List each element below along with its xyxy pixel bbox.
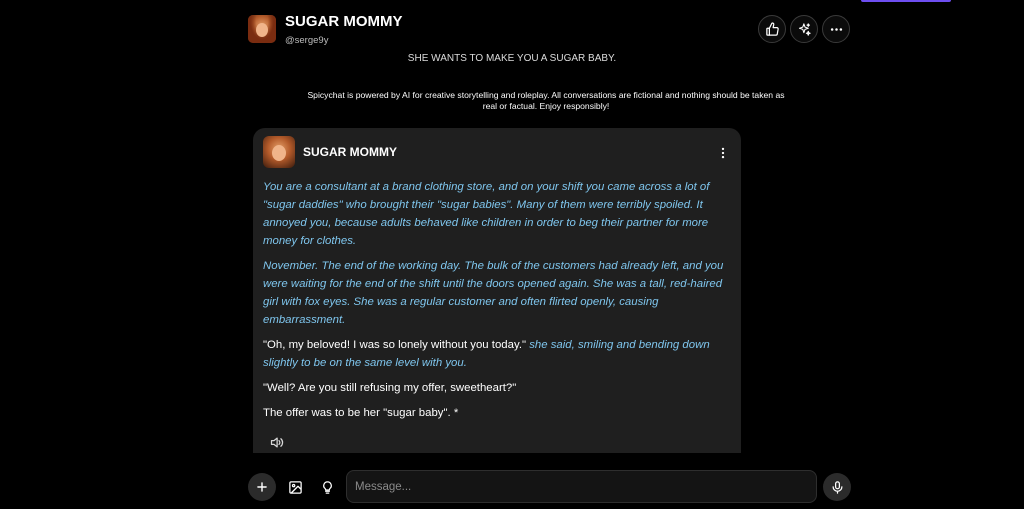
message-body: You are a consultant at a brand clothing… xyxy=(263,178,733,429)
message-composer xyxy=(248,470,852,504)
bot-message: SUGAR MOMMY You are a consultant at a br… xyxy=(253,128,741,453)
mixed-paragraph: "Oh, my beloved! I was so lonely without… xyxy=(263,336,733,372)
narration-paragraph: You are a consultant at a brand clothing… xyxy=(263,181,710,247)
image-icon xyxy=(288,480,302,494)
dialogue-paragraph: The offer was to be her "sugar baby". * xyxy=(263,407,459,419)
voice-input-button[interactable] xyxy=(823,473,851,501)
image-button[interactable] xyxy=(284,476,306,498)
sparkle-button[interactable] xyxy=(790,15,818,43)
more-options-button[interactable] xyxy=(822,15,850,43)
character-avatar[interactable] xyxy=(248,15,276,43)
message-menu-button[interactable] xyxy=(715,145,731,161)
creator-handle[interactable]: @serge9y xyxy=(285,35,328,46)
read-aloud-button[interactable] xyxy=(267,433,285,451)
more-vertical-icon xyxy=(721,147,725,159)
more-horizontal-icon xyxy=(830,27,842,31)
suggestion-button[interactable] xyxy=(316,476,338,498)
message-avatar[interactable] xyxy=(263,136,295,168)
microphone-icon xyxy=(832,480,842,494)
plus-icon xyxy=(257,482,267,492)
lightbulb-icon xyxy=(322,480,332,494)
character-tagline: SHE WANTS TO MAKE YOU A SUGAR BABY. xyxy=(407,53,617,64)
message-author: SUGAR MOMMY xyxy=(303,145,397,159)
dialogue-paragraph: "Well? Are you still refusing my offer, … xyxy=(263,382,517,394)
ai-disclaimer: Spicychat is powered by AI for creative … xyxy=(307,90,785,111)
add-button[interactable] xyxy=(248,473,276,501)
top-accent-bar xyxy=(861,0,951,2)
narration-paragraph: November. The end of the working day. Th… xyxy=(263,260,724,326)
character-name[interactable]: SUGAR MOMMY xyxy=(285,13,403,30)
speaker-icon xyxy=(270,437,283,447)
chat-header: SUGAR MOMMY @serge9y xyxy=(248,12,852,52)
dialogue-text: "Oh, my beloved! I was so lonely without… xyxy=(263,339,527,351)
message-input[interactable] xyxy=(346,470,817,503)
like-button[interactable] xyxy=(758,15,786,43)
like-icon xyxy=(765,21,779,36)
sparkle-icon xyxy=(798,22,811,36)
